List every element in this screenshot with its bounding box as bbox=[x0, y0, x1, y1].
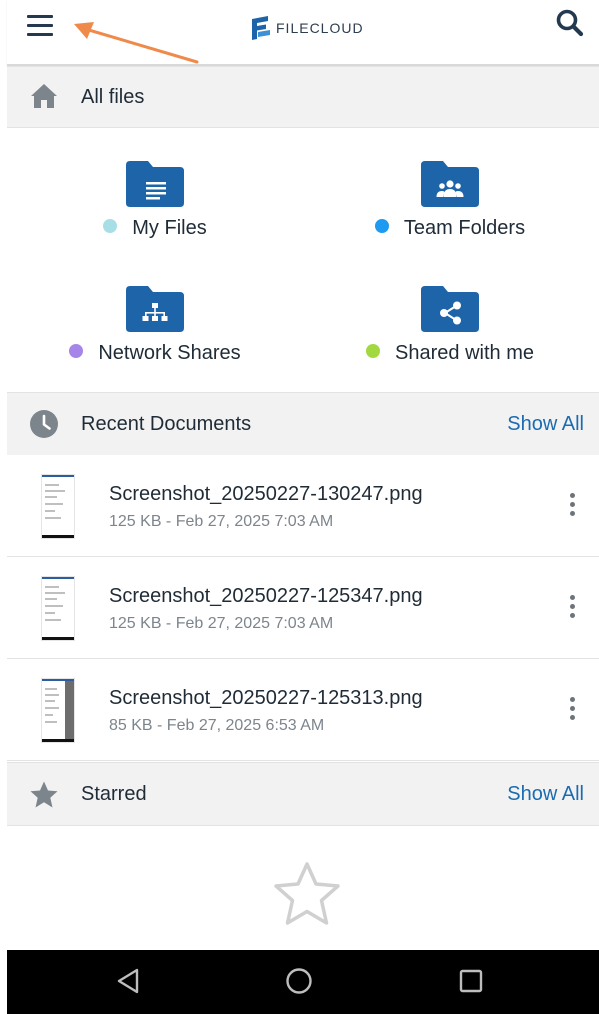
hamburger-menu-icon[interactable] bbox=[27, 12, 55, 38]
star-outline-icon bbox=[274, 862, 340, 925]
team-folders-dot bbox=[374, 219, 389, 233]
network-shares-dot bbox=[69, 344, 84, 358]
app-logo: FILECLOUD bbox=[250, 14, 364, 42]
tile-team-folders[interactable]: Team Folders bbox=[305, 161, 595, 261]
document-name: Screenshot_20250227-125313.png bbox=[109, 687, 423, 709]
more-options-icon[interactable] bbox=[562, 591, 584, 621]
recent-document-row[interactable]: Screenshot_20250227-130247.png 125 KB - … bbox=[7, 455, 599, 557]
tile-network-shares[interactable]: Network Shares bbox=[10, 286, 300, 386]
starred-title: Starred bbox=[81, 783, 147, 805]
recents-square-icon[interactable] bbox=[454, 964, 488, 998]
tile-shared-with-me[interactable]: Shared with me bbox=[305, 286, 595, 386]
document-meta: 85 KB - Feb 27, 2025 6:53 AM bbox=[109, 717, 325, 734]
document-meta: 125 KB - Feb 27, 2025 7:03 AM bbox=[109, 615, 334, 632]
filecloud-screen: FILECLOUD All files My Files Team Folder… bbox=[0, 0, 599, 1014]
more-options-icon[interactable] bbox=[562, 489, 584, 519]
starred-show-all-link[interactable]: Show All bbox=[507, 783, 584, 806]
all-files-title: All files bbox=[81, 86, 145, 108]
recent-document-row[interactable]: Screenshot_20250227-125347.png 125 KB - … bbox=[7, 557, 599, 659]
starred-header: Starred Show All bbox=[7, 762, 599, 826]
recent-show-all-link[interactable]: Show All bbox=[507, 413, 584, 436]
recent-documents-title: Recent Documents bbox=[81, 413, 252, 435]
document-thumbnail bbox=[42, 475, 74, 538]
all-files-header[interactable]: All files bbox=[7, 66, 599, 128]
app-title: FILECLOUD bbox=[276, 20, 364, 36]
my-files-label: My Files bbox=[132, 217, 207, 239]
shared-with-me-dot bbox=[366, 344, 381, 358]
back-triangle-icon[interactable] bbox=[112, 964, 146, 998]
recent-document-row[interactable]: Screenshot_20250227-125313.png 85 KB - F… bbox=[7, 659, 599, 761]
home-icon bbox=[31, 84, 57, 108]
home-circle-icon[interactable] bbox=[282, 964, 316, 998]
folder-document-icon bbox=[126, 161, 184, 207]
my-files-dot bbox=[103, 219, 118, 233]
search-icon[interactable] bbox=[555, 8, 585, 38]
filecloud-logo-icon bbox=[252, 16, 270, 40]
system-navigation-bar bbox=[7, 950, 599, 1014]
clock-icon bbox=[30, 410, 58, 438]
team-folders-label: Team Folders bbox=[403, 217, 526, 239]
folder-network-icon bbox=[126, 286, 184, 332]
shared-with-me-label: Shared with me bbox=[395, 342, 534, 364]
document-thumbnail bbox=[42, 679, 74, 742]
more-options-icon[interactable] bbox=[562, 693, 584, 723]
folder-team-icon bbox=[421, 161, 479, 207]
document-meta: 125 KB - Feb 27, 2025 7:03 AM bbox=[109, 513, 334, 530]
annotation-arrow bbox=[74, 22, 199, 64]
document-name: Screenshot_20250227-125347.png bbox=[109, 585, 423, 607]
folder-share-icon bbox=[421, 286, 479, 332]
star-icon bbox=[30, 781, 58, 808]
document-thumbnail bbox=[42, 577, 74, 640]
document-name: Screenshot_20250227-130247.png bbox=[109, 483, 423, 505]
recent-documents-header: Recent Documents Show All bbox=[7, 392, 599, 456]
tile-my-files[interactable]: My Files bbox=[10, 161, 300, 261]
network-shares-label: Network Shares bbox=[98, 342, 241, 364]
